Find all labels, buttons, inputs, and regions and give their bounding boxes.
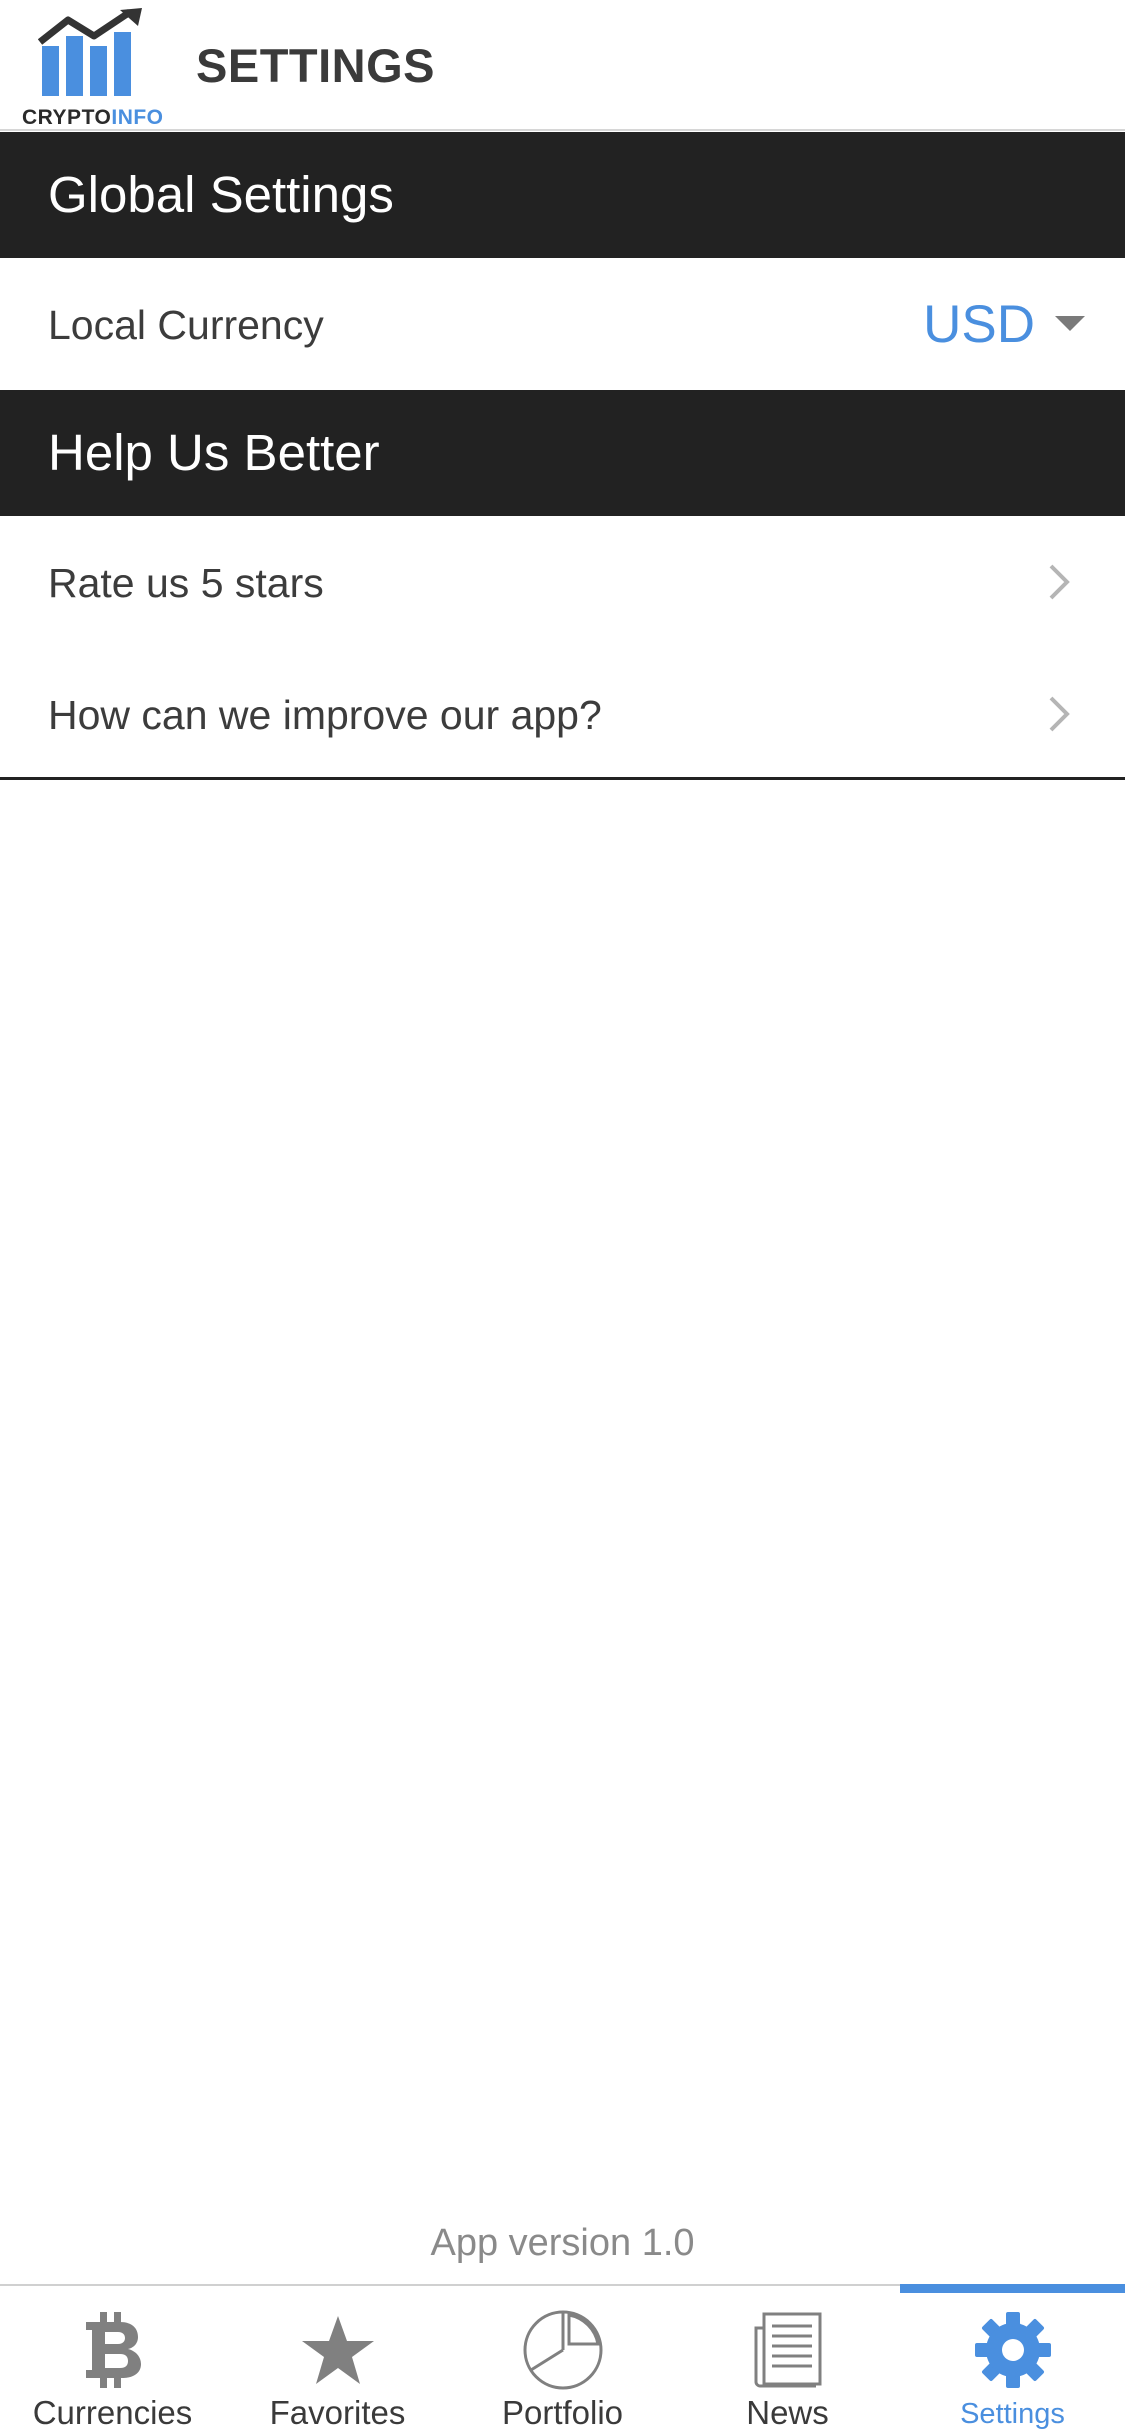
- tab-settings[interactable]: Settings: [900, 2286, 1125, 2436]
- rate-us-label: Rate us 5 stars: [48, 560, 324, 606]
- local-currency-label: Local Currency: [48, 302, 324, 348]
- newspaper-icon: [675, 2308, 900, 2392]
- cryptoinfo-logo: CRYPTOINFO: [20, 8, 170, 129]
- section-header-help-us-better: Help Us Better: [0, 390, 1125, 516]
- tab-label: Portfolio: [501, 2394, 624, 2431]
- tab-favorites[interactable]: Favorites: [225, 2286, 450, 2436]
- bitcoin-icon: [0, 2308, 225, 2392]
- section-header-global-settings: Global Settings: [0, 132, 1125, 258]
- tab-portfolio[interactable]: Portfolio: [450, 2286, 675, 2436]
- dropdown-arrow-icon[interactable]: [1055, 316, 1085, 331]
- tab-label: Settings: [960, 2398, 1065, 2430]
- page-title: SETTINGS: [196, 39, 436, 92]
- chevron-right-icon: [1049, 564, 1070, 600]
- chevron-right-icon: [1049, 696, 1070, 732]
- tab-currencies[interactable]: Currencies: [0, 2286, 225, 2436]
- section-title: Help Us Better: [48, 424, 380, 481]
- tab-label: Currencies: [32, 2394, 193, 2431]
- star-icon: [225, 2308, 450, 2392]
- local-currency-row[interactable]: Local Currency USD: [0, 258, 1125, 390]
- improve-app-label: How can we improve our app?: [48, 692, 602, 738]
- tab-news[interactable]: News: [675, 2286, 900, 2436]
- app-version-label: App version 1.0: [430, 2222, 695, 2264]
- section-title: Global Settings: [48, 166, 394, 223]
- gear-icon: [900, 2308, 1125, 2392]
- tab-label: Favorites: [269, 2394, 406, 2431]
- improve-app-row[interactable]: How can we improve our app?: [0, 648, 1125, 780]
- pie-chart-icon: [450, 2308, 675, 2392]
- logo-text: CRYPTOINFO: [22, 106, 164, 129]
- app-header: CRYPTOINFO SETTINGS: [0, 0, 1125, 131]
- currency-select[interactable]: USD: [923, 294, 1035, 355]
- bar-chart-logo-icon: [38, 8, 142, 96]
- tab-label: News: [746, 2394, 829, 2431]
- rate-us-row[interactable]: Rate us 5 stars: [0, 516, 1125, 648]
- bottom-tab-bar: Currencies Favorites Portfolio News Sett…: [0, 2284, 1125, 2436]
